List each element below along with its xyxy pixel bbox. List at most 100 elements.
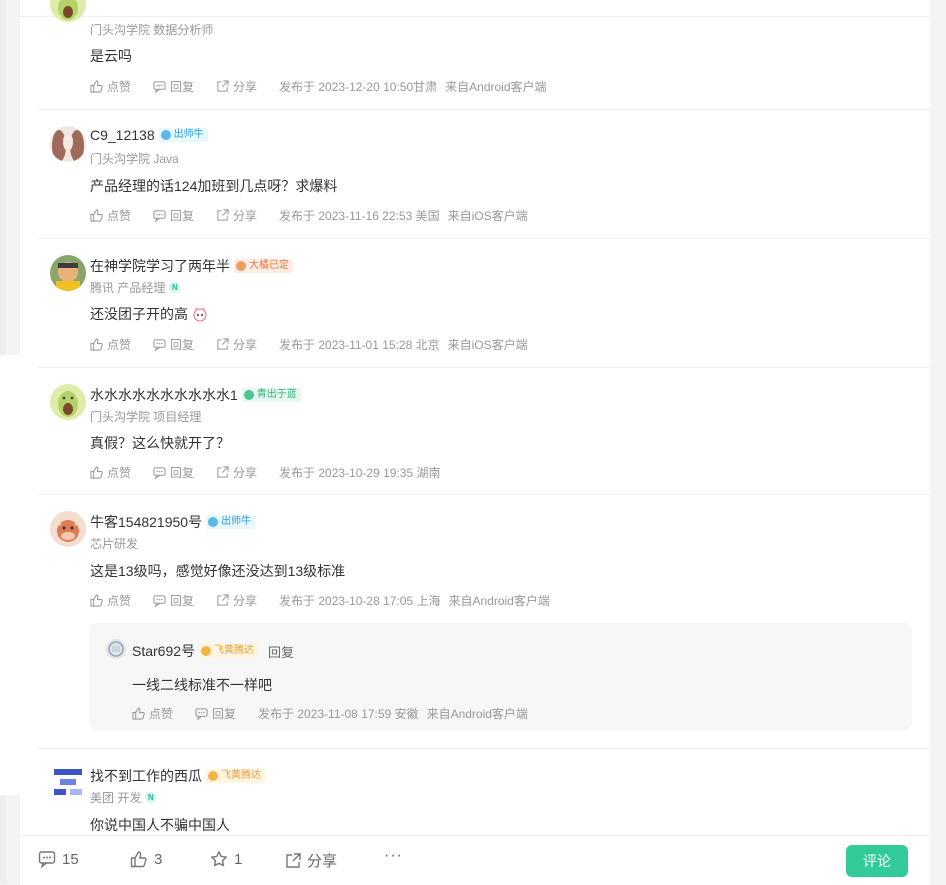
- username-text: 在神学院学习了两年半: [90, 258, 230, 274]
- level-badge-text: 青出于蓝: [256, 389, 297, 400]
- bottom-action-bar: 15 3 1 分享 ··· 评论: [20, 835, 930, 885]
- comment-content: 你说中国人不骗中国人: [90, 817, 230, 833]
- reply-label: 回复: [170, 209, 195, 223]
- level-badge-icon: [208, 517, 219, 527]
- reply-button[interactable]: 回复: [195, 705, 236, 722]
- share-label: 分享: [233, 466, 258, 480]
- like-button[interactable]: 点赞: [132, 705, 173, 722]
- comment-content: 产品经理的话124加班到几点呀？求爆料: [90, 178, 338, 194]
- publish-time: 发布于 2023-11-16 22:53 美国: [279, 209, 440, 223]
- username-text: 牛客154821950号: [90, 514, 203, 530]
- thumb-up-icon: [90, 80, 103, 93]
- comment-icon: [153, 467, 166, 479]
- client-source: 来自Android客户端: [448, 594, 550, 608]
- share-button[interactable]: 分享: [216, 207, 257, 224]
- like-button[interactable]: 点赞: [90, 78, 131, 95]
- level-badge: 出师牛: [158, 128, 208, 142]
- level-badge-text: 出师牛: [221, 516, 252, 527]
- reply-button[interactable]: 回复: [153, 464, 194, 481]
- comments-count: 15: [62, 850, 79, 868]
- level-badge: 大橘已定: [234, 259, 293, 273]
- share-button[interactable]: 分享: [216, 592, 257, 609]
- avocado-avatar-icon: [50, 0, 86, 22]
- comment-icon: [153, 595, 166, 607]
- comment-content: 还没团子开的高: [90, 304, 208, 324]
- like-label: 点赞: [107, 209, 132, 223]
- level-badge-icon: [208, 771, 218, 781]
- user-photo-avatar-icon: [50, 255, 86, 291]
- divider: [38, 238, 930, 239]
- avatar[interactable]: [50, 384, 86, 420]
- username-text: C9_12138: [90, 127, 155, 143]
- username[interactable]: 水水水水水水水水水水1 青出于蓝: [90, 385, 301, 405]
- reply-thread: Star692号 飞黄腾达 回复 一线二线标准不一样吧 点赞 回复 发布于 20…: [90, 623, 912, 731]
- username[interactable]: C9_12138 出师牛: [90, 127, 208, 143]
- share-label: 分享: [233, 209, 258, 223]
- level-badge-icon: [236, 261, 246, 271]
- level-badge: 飞黄腾达: [206, 769, 265, 783]
- user-photo-avatar-icon: [50, 126, 86, 162]
- divider: [38, 109, 930, 110]
- likes-count: 3: [154, 850, 163, 868]
- comment-icon: [153, 81, 166, 93]
- avatar[interactable]: [50, 255, 86, 291]
- share-label: 分享: [233, 594, 258, 608]
- comment-actions: 点赞 回复 分享 发布于 2023-10-29 19:35 湖南: [90, 464, 440, 481]
- favorite-button[interactable]: 1: [210, 850, 242, 868]
- username[interactable]: 牛客154821950号 出师牛: [90, 512, 256, 532]
- reply-actions: 点赞 回复 发布于 2023-11-08 17:59 安徽 来自Android客…: [132, 705, 528, 722]
- avatar[interactable]: [106, 639, 126, 659]
- level-badge: 出师牛: [206, 515, 256, 529]
- user-meta: 芯片研发: [90, 537, 139, 551]
- divider: [38, 494, 930, 495]
- avatar[interactable]: [50, 126, 86, 162]
- logo-avatar-icon: [54, 769, 82, 795]
- like-button[interactable]: 点赞: [90, 207, 131, 224]
- like-post-button[interactable]: 3: [130, 850, 162, 868]
- divider: [38, 367, 930, 368]
- cow-avatar-icon: [50, 511, 86, 547]
- like-button[interactable]: 点赞: [90, 336, 131, 353]
- reply-button[interactable]: 回复: [153, 336, 194, 353]
- publish-time: 发布于 2023-10-29 19:35 湖南: [279, 466, 441, 480]
- reply-username[interactable]: Star692号 飞黄腾达 回复: [132, 641, 294, 661]
- level-badge-icon: [160, 130, 171, 140]
- share-post-button[interactable]: 分享: [285, 850, 337, 871]
- user-meta: 门头沟学院 Java: [90, 152, 179, 166]
- reply-button[interactable]: 回复: [153, 207, 194, 224]
- reply-button[interactable]: 回复: [153, 78, 194, 95]
- reply-label: 回复: [170, 80, 195, 94]
- publish-time: 发布于 2023-11-01 15:28 北京: [279, 338, 440, 352]
- avocado-avatar-icon: [50, 384, 86, 420]
- like-button[interactable]: 点赞: [90, 592, 131, 609]
- comment-button[interactable]: 评论: [846, 845, 908, 877]
- username[interactable]: 在神学院学习了两年半 大橘已定: [90, 256, 293, 276]
- left-panel-block: [0, 355, 20, 795]
- share-button[interactable]: 分享: [216, 78, 257, 95]
- comment-icon: [153, 339, 166, 351]
- reply-content: 一线二线标准不一样吧: [132, 677, 272, 693]
- comment-icon: [153, 210, 166, 222]
- avatar[interactable]: [50, 0, 86, 22]
- username[interactable]: 找不到工作的西瓜 飞黄腾达: [90, 766, 265, 786]
- share-button[interactable]: 分享: [216, 336, 257, 353]
- user-meta-text: 美团 开发: [90, 791, 142, 805]
- avatar[interactable]: [50, 765, 86, 801]
- more-options-icon[interactable]: ···: [384, 847, 403, 865]
- reply-button[interactable]: 回复: [153, 592, 194, 609]
- verified-badge-icon: N: [169, 282, 181, 293]
- star-icon: [211, 851, 227, 867]
- comments-count-button[interactable]: 15: [38, 850, 79, 868]
- level-badge: 飞黄腾达: [199, 644, 259, 658]
- like-button[interactable]: 点赞: [90, 464, 131, 481]
- thumb-up-icon: [132, 707, 145, 720]
- thumb-up-icon: [90, 466, 103, 479]
- share-button[interactable]: 分享: [216, 464, 257, 481]
- publish-time: 发布于 2023-12-20 10:50甘肃: [279, 80, 438, 94]
- thumb-up-icon: [90, 594, 103, 607]
- reply-label: 回复: [170, 338, 195, 352]
- client-source: 来自iOS客户端: [447, 209, 528, 223]
- avatar[interactable]: [50, 511, 86, 547]
- user-meta: 门头沟学院 项目经理: [90, 410, 202, 424]
- user-meta: 门头沟学院 数据分析师: [90, 23, 214, 37]
